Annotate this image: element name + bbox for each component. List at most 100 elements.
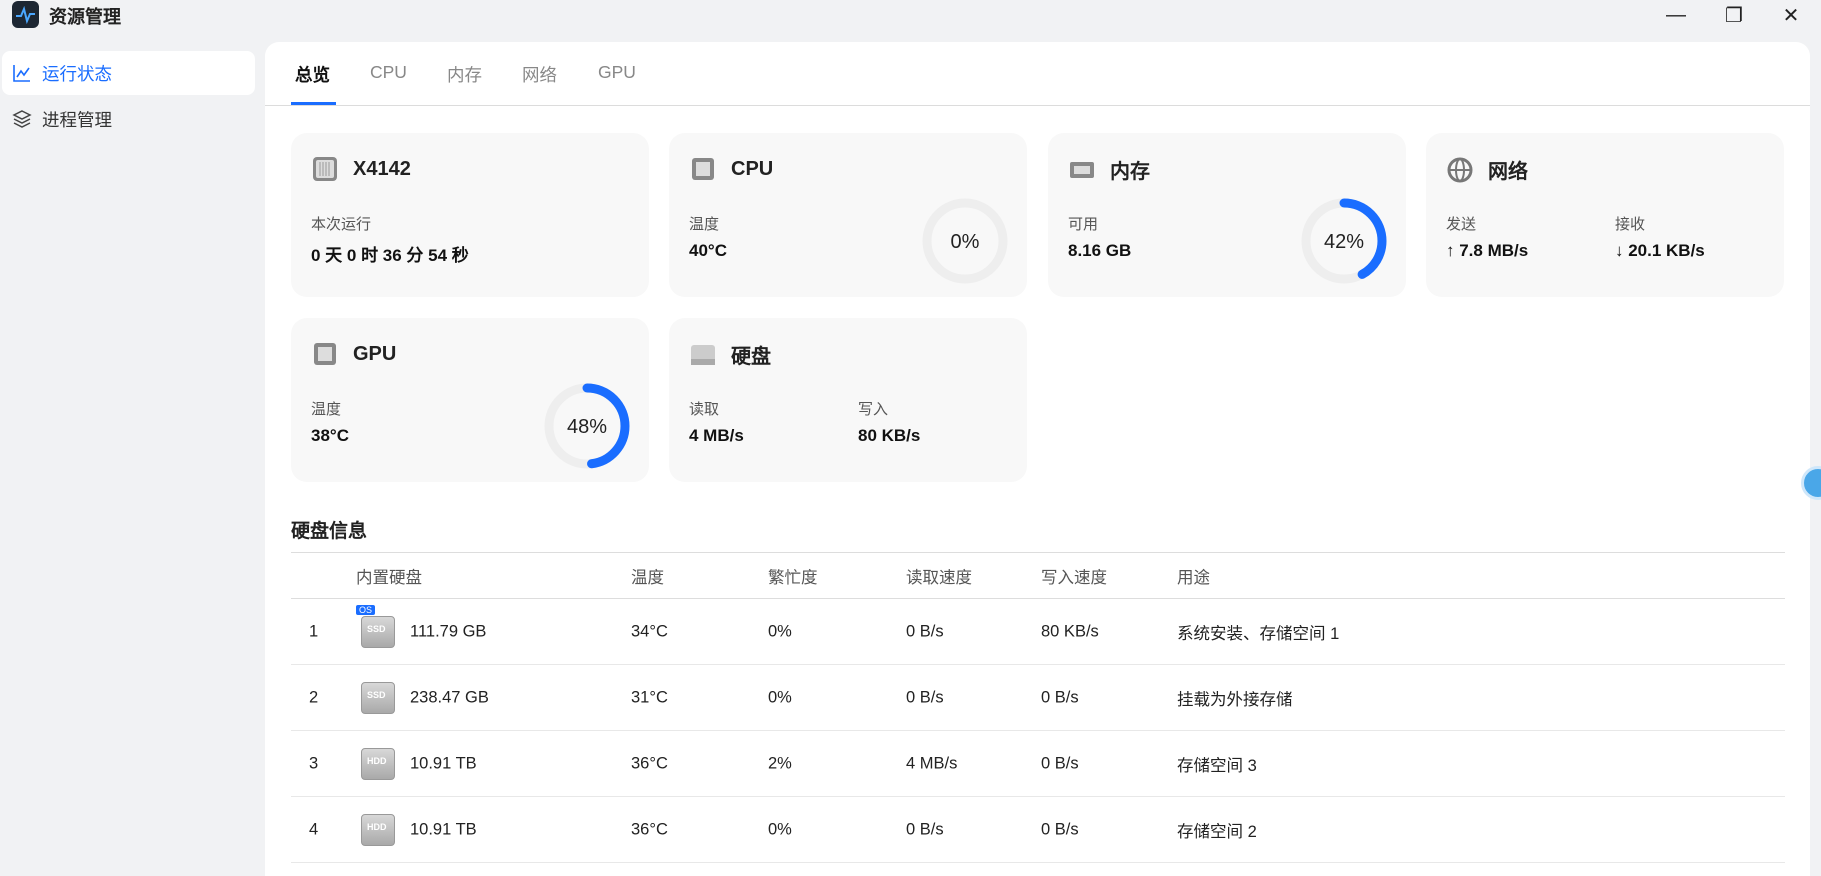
disk-size: 238.47 GB: [410, 688, 489, 706]
disk-read: 0 B/s: [906, 688, 944, 706]
maximize-button[interactable]: ❐: [1714, 2, 1754, 28]
disk-info-heading: 硬盘信息: [291, 521, 368, 542]
sidebar-item-status[interactable]: 运行状态: [2, 51, 255, 95]
cpu-chip-icon: [692, 158, 714, 180]
memory-card[interactable]: 内存 可用 8.16 GB 42%: [1048, 133, 1406, 297]
ram-icon: [1070, 161, 1094, 178]
row-index: 2: [309, 688, 319, 706]
disk-write: 0 B/s: [1041, 820, 1079, 838]
disk-read: 0 B/s: [906, 622, 944, 640]
gpu-chip-icon: [314, 343, 336, 365]
col-usage: 用途: [1177, 568, 1210, 587]
uptime-label: 本次运行: [311, 216, 372, 233]
disk-type: HDD: [367, 755, 387, 766]
disk-card[interactable]: 硬盘 读取 4 MB/s 写入 80 KB/s: [669, 318, 1027, 482]
disk-write: 0 B/s: [1041, 688, 1079, 706]
tab-gpu[interactable]: GPU: [598, 62, 636, 83]
gpu-temp-value: 38°C: [311, 426, 349, 445]
memory-title: 内存: [1110, 161, 1150, 183]
col-busy: 繁忙度: [768, 568, 818, 587]
tab-bar: 总览 CPU 内存 网络 GPU: [265, 42, 1810, 106]
cpu-temp-value: 40°C: [689, 241, 727, 260]
cpu-usage-donut: 0%: [922, 198, 1008, 284]
disk-busy: 0%: [768, 820, 792, 838]
disk-write-value: 80 KB/s: [858, 426, 921, 445]
disk-usage: 存储空间 3: [1177, 756, 1257, 775]
receive-value: ↓ 20.1 KB/s: [1615, 241, 1705, 260]
tab-overview[interactable]: 总览: [295, 62, 330, 87]
disk-write-label: 写入: [858, 401, 889, 418]
ssd-disk-icon: SSD: [361, 681, 395, 714]
disk-usage: 存储空间 2: [1177, 822, 1257, 841]
row-index: 1: [309, 622, 319, 640]
disk-size: 10.91 TB: [410, 754, 477, 772]
cpu-usage-text: 0%: [951, 231, 980, 253]
sidebar-item-label: 运行状态: [42, 63, 112, 84]
minimize-button[interactable]: —: [1656, 2, 1696, 28]
hdd-disk-icon: HDD: [361, 747, 395, 780]
tab-memory[interactable]: 内存: [447, 62, 482, 87]
gpu-usage-donut: 48%: [544, 383, 630, 469]
memory-available-label: 可用: [1068, 216, 1099, 233]
device-name: X4142: [353, 157, 411, 180]
cpu-card[interactable]: CPU 温度 40°C 0%: [669, 133, 1027, 297]
memory-available-value: 8.16 GB: [1068, 241, 1132, 260]
gpu-temp-label: 温度: [311, 401, 342, 418]
disk-usage: 挂载为外接存储: [1177, 690, 1293, 709]
sidebar-item-processes[interactable]: 进程管理: [2, 97, 255, 141]
send-label: 发送: [1446, 216, 1477, 233]
ssd-disk-icon: SSD OS: [356, 604, 395, 648]
title-bar: 资源管理 — ❐ ✕: [0, 0, 1821, 42]
table-row[interactable]: 2 SSD 238.47 GB 31°C 0% 0 B/s 0 B/s 挂载为外…: [291, 665, 1785, 731]
table-row[interactable]: 4 HDD 10.91 TB 36°C 0% 0 B/s 0 B/s 存储空间 …: [291, 797, 1785, 863]
memory-usage-donut: 42%: [1301, 198, 1387, 284]
tab-cpu[interactable]: CPU: [370, 62, 407, 83]
gpu-title: GPU: [353, 342, 397, 365]
disk-read-value: 4 MB/s: [689, 426, 744, 445]
disk-temp: 36°C: [631, 820, 668, 838]
sidebar-item-label: 进程管理: [42, 109, 112, 130]
disk-read: 4 MB/s: [906, 754, 958, 772]
network-card[interactable]: 网络 发送 ↑ 7.8 MB/s 接收 ↓ 20.1 KB/s: [1426, 133, 1784, 297]
disk-size: 111.79 GB: [410, 622, 487, 640]
disk-write: 80 KB/s: [1041, 622, 1099, 640]
row-index: 3: [309, 754, 319, 772]
disk-title: 硬盘: [731, 346, 771, 368]
disk-size: 10.91 TB: [410, 820, 477, 838]
row-index: 4: [309, 820, 319, 838]
disk-temp: 34°C: [631, 622, 668, 640]
app-title: 资源管理: [49, 7, 121, 27]
cpu-title: CPU: [731, 157, 774, 180]
hard-drive-icon: [691, 344, 715, 365]
chart-line-icon: [13, 65, 30, 82]
network-title: 网络: [1488, 161, 1528, 183]
col-write: 写入速度: [1041, 568, 1107, 587]
disk-type: SSD: [367, 689, 386, 700]
gpu-usage-text: 48%: [567, 416, 607, 438]
globe-icon: [1447, 157, 1473, 182]
active-tab-indicator: [291, 102, 336, 105]
uptime-value: 0 天 0 时 36 分 54 秒: [311, 246, 469, 265]
table-row[interactable]: 3 HDD 10.91 TB 36°C 2% 4 MB/s 0 B/s 存储空间…: [291, 731, 1785, 797]
nas-device-icon: [313, 157, 337, 181]
disk-busy: 0%: [768, 622, 792, 640]
gpu-card[interactable]: GPU 温度 38°C 48%: [291, 318, 649, 482]
device-card: X4142 本次运行 0 天 0 时 36 分 54 秒: [291, 133, 649, 297]
close-button[interactable]: ✕: [1771, 2, 1811, 28]
disk-type: SSD: [367, 623, 386, 634]
disk-table: 内置硬盘 温度 繁忙度 读取速度 写入速度 用途 1 SSD OS 111.79 …: [291, 552, 1785, 863]
disk-write: 0 B/s: [1041, 754, 1079, 772]
disk-temp: 31°C: [631, 688, 668, 706]
disk-temp: 36°C: [631, 754, 668, 772]
disk-usage: 系统安装、存储空间 1: [1177, 624, 1340, 643]
tab-network[interactable]: 网络: [522, 62, 557, 87]
app-logo-icon: [12, 1, 39, 28]
receive-label: 接收: [1615, 216, 1646, 233]
table-row[interactable]: 1 SSD OS 111.79 GB 34°C 0% 0 B/s 80 KB/s …: [291, 599, 1785, 665]
disk-read-label: 读取: [689, 401, 720, 418]
col-temp: 温度: [631, 568, 664, 587]
send-value: ↑ 7.8 MB/s: [1446, 241, 1529, 260]
disk-busy: 2%: [768, 754, 792, 772]
cpu-temp-label: 温度: [689, 216, 720, 233]
memory-usage-text: 42%: [1324, 231, 1364, 253]
